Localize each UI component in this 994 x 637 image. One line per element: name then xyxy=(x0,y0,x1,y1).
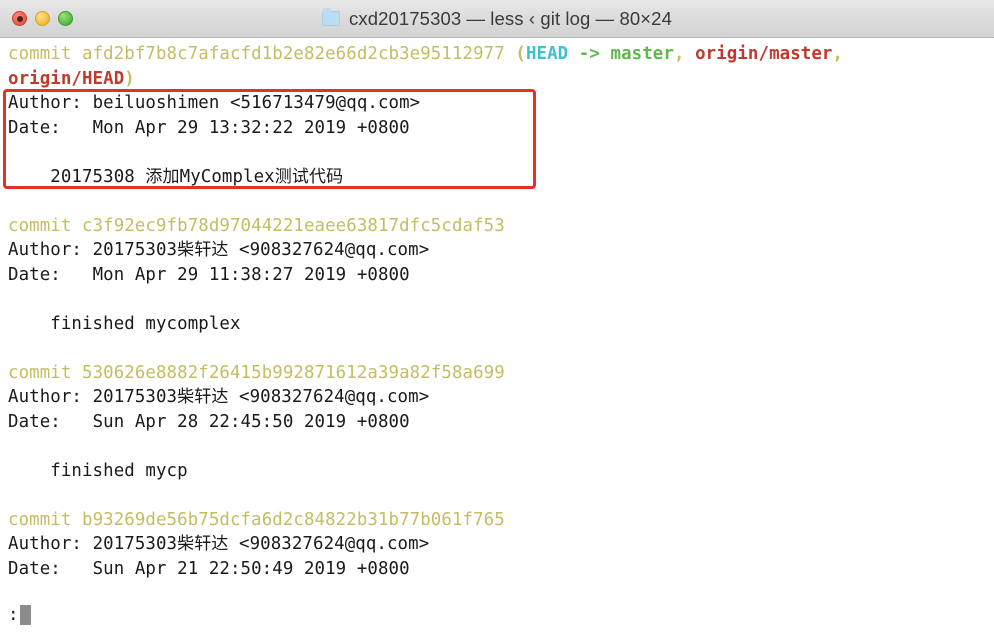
ref-separator: , xyxy=(673,44,696,64)
author-label: Author: xyxy=(8,93,93,113)
date-label: Date: xyxy=(8,264,93,285)
message-indent xyxy=(8,461,50,481)
author-name-cjk: 柴轩达 xyxy=(177,387,229,407)
message-value: finished mycomplex xyxy=(50,313,241,334)
date-label: Date: xyxy=(8,411,93,432)
ref-arrow: -> xyxy=(568,44,611,64)
commit-message-line: finished mycp xyxy=(8,459,994,484)
message-indent xyxy=(8,314,50,334)
commit-header-line: commit c3f92ec9fb78d97044221eaee63817dfc… xyxy=(8,214,994,239)
commit-header-line: commit afd2bf7b8c7afacfd1b2e82e66d2cb3e9… xyxy=(8,42,994,67)
message-value: finished mycp xyxy=(50,460,188,481)
message-id: 20175308 xyxy=(50,166,146,187)
ref-master: master xyxy=(610,44,674,64)
ref-separator-2: , xyxy=(832,44,844,64)
commit-author-line: Author: 20175303柴轩达 <908327624@qq.com> xyxy=(8,532,994,557)
prompt-symbol: : xyxy=(8,605,19,625)
commit-date-line: Date: Mon Apr 29 13:32:22 2019 +0800 xyxy=(8,116,994,141)
author-value: beiluoshimen <516713479@qq.com> xyxy=(92,93,421,113)
author-id: 20175303 xyxy=(92,387,178,407)
date-value: Mon Apr 29 13:32:22 2019 +0800 xyxy=(92,117,410,138)
commit-hash: c3f92ec9fb78d97044221eaee63817dfc5cdaf53 xyxy=(82,215,505,236)
message-cjk-suffix: 测试代码 xyxy=(274,166,344,187)
commit-date-line: Date: Mon Apr 29 11:38:27 2019 +0800 xyxy=(8,263,994,288)
window-title-container: cxd20175303 — less ‹ git log — 80×24 xyxy=(0,0,994,37)
author-id: 20175303 xyxy=(92,240,178,260)
commit-message-line: finished mycomplex xyxy=(8,312,994,337)
commit-message-line: 20175308 添加MyComplex测试代码 xyxy=(8,165,994,190)
author-label: Author: xyxy=(8,240,93,260)
commit-keyword: commit xyxy=(8,44,82,64)
date-label: Date: xyxy=(8,558,93,579)
date-value: Sun Apr 28 22:45:50 2019 +0800 xyxy=(92,411,410,432)
commit-header-line: commit b93269de56b75dcfa6d2c84822b31b77b… xyxy=(8,508,994,533)
commit-keyword: commit xyxy=(8,362,82,383)
message-class-name: MyComplex xyxy=(179,166,275,187)
author-email: <908327624@qq.com> xyxy=(228,534,430,554)
close-button-icon[interactable] xyxy=(12,11,27,26)
window-controls xyxy=(12,11,73,26)
commit-date-line: Date: Sun Apr 28 22:45:50 2019 +0800 xyxy=(8,410,994,435)
zoom-button-icon[interactable] xyxy=(58,11,73,26)
date-value: Sun Apr 21 22:50:49 2019 +0800 xyxy=(92,558,410,579)
window-title: cxd20175303 — less ‹ git log — 80×24 xyxy=(349,7,672,29)
commit-hash: b93269de56b75dcfa6d2c84822b31b77b061f765 xyxy=(82,509,505,530)
commit-date-line: Date: Sun Apr 21 22:50:49 2019 +0800 xyxy=(8,557,994,582)
commit-author-line: Author: beiluoshimen <516713479@qq.com> xyxy=(8,91,994,116)
folder-icon xyxy=(322,8,341,26)
commit-keyword: commit xyxy=(8,509,82,530)
refs-open-paren: ( xyxy=(504,44,526,64)
commit-header-line: commit 530626e8882f26415b992871612a39a82… xyxy=(8,361,994,386)
message-cjk-prefix: 添加 xyxy=(145,166,180,187)
message-indent xyxy=(8,167,50,187)
commit-author-line: Author: 20175303柴轩达 <908327624@qq.com> xyxy=(8,238,994,263)
author-label: Author: xyxy=(8,534,93,554)
terminal-content[interactable]: commit afd2bf7b8c7afacfd1b2e82e66d2cb3e9… xyxy=(0,38,994,637)
author-name-cjk: 柴轩达 xyxy=(177,534,229,554)
author-name-cjk: 柴轩达 xyxy=(177,240,229,260)
author-label: Author: xyxy=(8,387,93,407)
minimize-button-icon[interactable] xyxy=(35,11,50,26)
author-email: <908327624@qq.com> xyxy=(228,240,430,260)
git-log-output: commit afd2bf7b8c7afacfd1b2e82e66d2cb3e9… xyxy=(0,42,994,581)
date-label: Date: xyxy=(8,117,93,138)
commit-author-line: Author: 20175303柴轩达 <908327624@qq.com> xyxy=(8,385,994,410)
author-email: <908327624@qq.com> xyxy=(228,387,430,407)
commit-hash: 530626e8882f26415b992871612a39a82f58a699 xyxy=(82,362,505,383)
commit-hash: afd2bf7b8c7afacfd1b2e82e66d2cb3e95112977 xyxy=(82,44,505,64)
date-value: Mon Apr 29 11:38:27 2019 +0800 xyxy=(92,264,410,285)
commit-refs-wrap-line: origin/HEAD) xyxy=(8,67,994,92)
author-id: 20175303 xyxy=(92,534,178,554)
window-titlebar[interactable]: cxd20175303 — less ‹ git log — 80×24 xyxy=(0,0,994,38)
text-cursor xyxy=(20,605,32,625)
less-prompt[interactable]: : xyxy=(8,605,32,625)
terminal-window: cxd20175303 — less ‹ git log — 80×24 com… xyxy=(0,0,994,637)
ref-origin-head: origin/HEAD xyxy=(8,68,125,89)
commit-keyword: commit xyxy=(8,215,82,236)
ref-origin-master: origin/master xyxy=(695,44,833,64)
refs-close-paren: ) xyxy=(124,68,135,89)
ref-head: HEAD xyxy=(525,44,569,64)
